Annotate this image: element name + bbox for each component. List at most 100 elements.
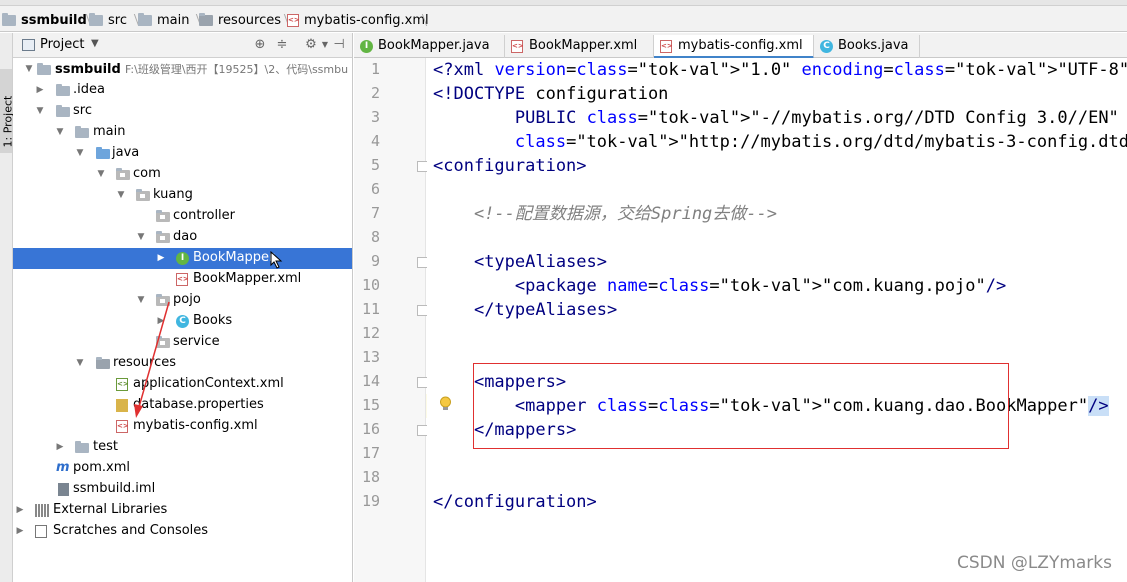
- breadcrumb-item-main[interactable]: main: [138, 10, 189, 30]
- breadcrumb-separator: [190, 10, 198, 30]
- tab-books-java[interactable]: C Books.java: [814, 35, 920, 58]
- tree-label: controller: [173, 208, 236, 223]
- tree-item-external-libraries[interactable]: ▶ External Libraries: [13, 500, 352, 521]
- tree-label: pom.xml: [73, 460, 130, 475]
- tree-item-controller[interactable]: controller: [13, 206, 352, 227]
- tree-label: src: [73, 103, 92, 118]
- project-panel-header: Project ▼ ⊕ ≑ ⚙ ▼ ⊣: [13, 33, 352, 58]
- breadcrumb-item-src[interactable]: src: [89, 10, 127, 30]
- tree-item-src[interactable]: ▼ src: [13, 101, 352, 122]
- tree-label: main: [93, 124, 126, 139]
- chevron-down-icon[interactable]: ▼: [74, 143, 86, 164]
- tree-item-test[interactable]: ▶ test: [13, 437, 352, 458]
- tree-item-pom[interactable]: m pom.xml: [13, 458, 352, 479]
- tree-label-text: ssmbuild: [55, 62, 121, 77]
- tab-bookmapper-xml[interactable]: <> BookMapper.xml: [505, 35, 654, 58]
- code-line[interactable]: <configuration>: [433, 154, 587, 178]
- code-line[interactable]: <!--配置数据源，交给Spring去做-->: [433, 202, 777, 226]
- code-line[interactable]: <typeAliases>: [433, 250, 607, 274]
- tool-window-stripe: 1: Project: [0, 33, 15, 582]
- package-icon: [156, 210, 170, 222]
- tree-label: Scratches and Consoles: [53, 523, 209, 538]
- editor-gutter[interactable]: 1 2 3 4 5 6 7 8 9 10 11 12 13 14 15 16 17 18 19: [354, 58, 428, 582]
- breadcrumb-item-resources[interactable]: resources: [199, 10, 281, 30]
- line-number: 8: [370, 228, 380, 246]
- code-editor[interactable]: <?xml version=class="tok-val">"1.0" enco…: [427, 58, 1127, 582]
- tree-item-main[interactable]: ▼ main: [13, 122, 352, 143]
- tree-item-pojo[interactable]: ▼ pojo: [13, 290, 352, 311]
- project-tool-window-button[interactable]: 1: Project: [0, 69, 15, 153]
- interface-icon: I: [176, 252, 189, 265]
- code-line[interactable]: <!DOCTYPE configuration: [433, 82, 668, 106]
- breadcrumb-item-ssmbuild[interactable]: ssmbuild: [2, 10, 87, 30]
- interface-icon: I: [360, 40, 373, 53]
- code-line[interactable]: </configuration>: [433, 490, 597, 514]
- tree-item-idea[interactable]: ▶ .idea: [13, 80, 352, 101]
- code-line[interactable]: class="tok-val">"http://mybatis.org/dtd/…: [433, 130, 1127, 154]
- tree-item-bookmapper-xml[interactable]: <> BookMapper.xml: [13, 269, 352, 290]
- breadcrumb-item-mybatis-config[interactable]: <> mybatis-config.xml: [287, 10, 429, 30]
- tree-label: java: [112, 145, 140, 160]
- project-view-selector[interactable]: Project: [40, 37, 84, 52]
- line-number: 13: [361, 348, 380, 366]
- folder-icon: [56, 105, 70, 117]
- line-number: 6: [370, 180, 380, 198]
- tree-item-database-properties[interactable]: database.properties: [13, 395, 352, 416]
- tree-item-applicationcontext[interactable]: <> applicationContext.xml: [13, 374, 352, 395]
- tree-item-mybatis-config[interactable]: <> mybatis-config.xml: [13, 416, 352, 437]
- locate-target-icon[interactable]: ⊕: [252, 37, 268, 53]
- code-line[interactable]: PUBLIC class="tok-val">"-//mybatis.org//…: [433, 106, 1119, 130]
- tree-item-resources[interactable]: ▼ resources: [13, 353, 352, 374]
- intention-bulb-icon[interactable]: [439, 396, 452, 412]
- collapse-all-icon[interactable]: ≑: [274, 37, 290, 53]
- tree-label: ssmbuild.iml: [73, 481, 156, 496]
- tab-mybatis-config-xml[interactable]: <> mybatis-config.xml: [654, 35, 814, 59]
- code-line[interactable]: <?xml version=class="tok-val">"1.0" enco…: [433, 58, 1127, 82]
- chevron-down-icon[interactable]: ▼: [91, 38, 99, 49]
- chevron-down-icon[interactable]: ▼: [115, 185, 127, 206]
- line-number: 16: [361, 420, 380, 438]
- chevron-right-icon[interactable]: ▶: [54, 437, 66, 458]
- chevron-down-icon[interactable]: ▼: [74, 353, 86, 374]
- tree-label: ssmbuild F:\班级管理\西开【19525】\2、代码\ssmbu: [55, 61, 348, 77]
- line-number: 10: [361, 276, 380, 294]
- chevron-down-icon[interactable]: ▼: [135, 227, 147, 248]
- tree-item-iml[interactable]: ssmbuild.iml: [13, 479, 352, 500]
- chevron-right-icon[interactable]: ▶: [155, 248, 167, 269]
- chevron-right-icon[interactable]: ▶: [14, 500, 26, 521]
- tree-label: resources: [113, 355, 177, 370]
- xml-file-icon: <>: [287, 13, 300, 27]
- line-number: 7: [370, 204, 380, 222]
- tree-label: Books: [193, 313, 233, 328]
- tree-label: service: [173, 334, 220, 349]
- hide-panel-icon[interactable]: ⊣: [331, 37, 347, 53]
- tree-item-bookmapper[interactable]: ▶ I BookMapper: [13, 248, 352, 269]
- code-line[interactable]: </typeAliases>: [433, 298, 617, 322]
- breadcrumb-label: ssmbuild: [21, 12, 87, 28]
- tree-item-com[interactable]: ▼ com: [13, 164, 352, 185]
- tab-label: mybatis-config.xml: [678, 38, 803, 53]
- tree-item-scratches[interactable]: ▶ Scratches and Consoles: [13, 521, 352, 542]
- line-number: 4: [370, 132, 380, 150]
- chevron-down-icon[interactable]: ▼: [34, 101, 46, 122]
- tree-item-dao[interactable]: ▼ dao: [13, 227, 352, 248]
- tab-bookmapper-java[interactable]: I BookMapper.java: [354, 35, 505, 58]
- tab-label: BookMapper.xml: [529, 38, 638, 53]
- tree-item-books[interactable]: ▶ C Books: [13, 311, 352, 332]
- chevron-down-icon[interactable]: ▼: [135, 290, 147, 311]
- tree-item-ssmbuild[interactable]: ▼ ssmbuild F:\班级管理\西开【19525】\2、代码\ssmbu: [13, 59, 352, 80]
- code-line[interactable]: <package name=class="tok-val">"com.kuang…: [433, 274, 1006, 298]
- chevron-down-icon[interactable]: ▼: [54, 122, 66, 143]
- chevron-right-icon[interactable]: ▶: [14, 521, 26, 542]
- chevron-right-icon[interactable]: ▶: [155, 311, 167, 332]
- chevron-down-icon[interactable]: ▼: [23, 59, 35, 80]
- xml-file-icon: <>: [116, 420, 129, 433]
- tree-item-kuang[interactable]: ▼ kuang: [13, 185, 352, 206]
- tree-label: test: [93, 439, 118, 454]
- spring-xml-icon: <>: [116, 378, 129, 391]
- tree-item-service[interactable]: service: [13, 332, 352, 353]
- chevron-down-icon[interactable]: ▼: [95, 164, 107, 185]
- toolbar-strip: [0, 0, 1127, 6]
- chevron-right-icon[interactable]: ▶: [34, 80, 46, 101]
- tree-item-java[interactable]: ▼ java: [13, 143, 352, 164]
